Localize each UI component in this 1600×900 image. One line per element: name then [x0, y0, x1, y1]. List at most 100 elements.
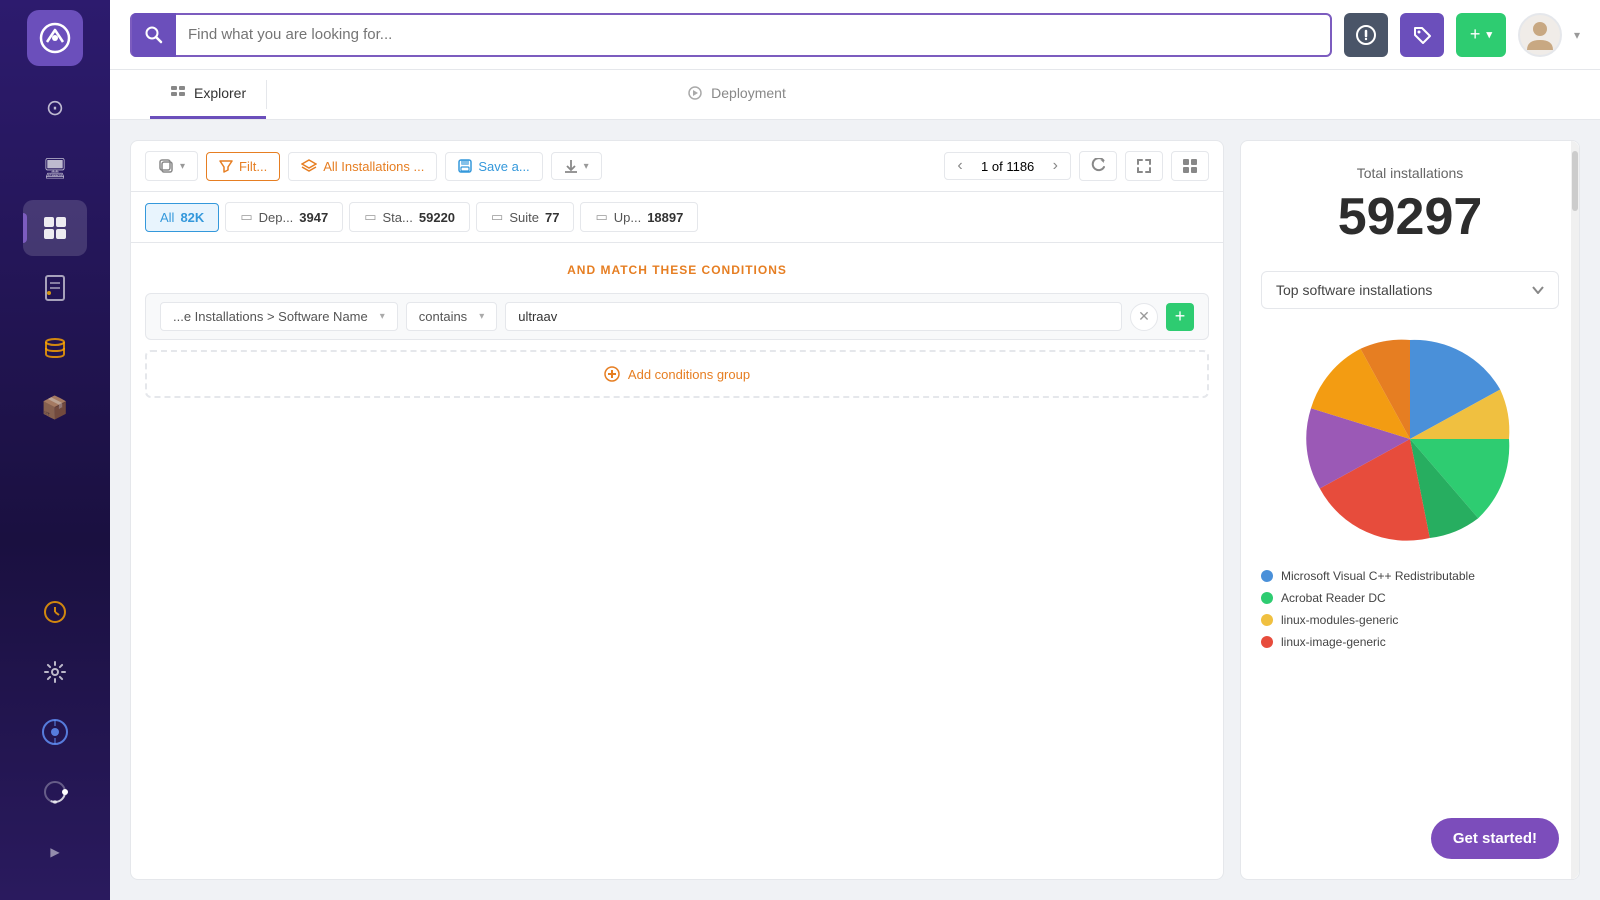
- filter-tab-sta-label: Sta...: [383, 210, 413, 225]
- reports-icon: [44, 275, 66, 301]
- tab-deployment[interactable]: Deployment: [667, 70, 806, 119]
- legend-dot-4: [1261, 636, 1273, 648]
- filter-tab-up-label: Up...: [614, 210, 641, 225]
- filter-tab-sta[interactable]: ▭ Sta... 59220: [349, 202, 470, 232]
- get-started-btn[interactable]: Get started!: [1431, 818, 1559, 859]
- user-chevron[interactable]: ▾: [1574, 28, 1580, 42]
- sidebar-item-inventory[interactable]: 🖥: [23, 140, 87, 196]
- expand-btn[interactable]: [1125, 151, 1163, 181]
- network-icon: [41, 718, 69, 746]
- avatar-icon: [1525, 18, 1555, 52]
- filter-tab-suite-label: Suite: [509, 210, 539, 225]
- chevron-down-icon: [1532, 286, 1544, 294]
- main-area: + ▾ ▾ Explorer Depl: [110, 0, 1600, 900]
- tab-explorer[interactable]: Explorer: [150, 70, 266, 119]
- layers-label: All Installations ...: [323, 159, 424, 174]
- filter-tab-dep[interactable]: ▭ Dep... 3947: [225, 202, 343, 232]
- pie-chart-container: [1261, 329, 1559, 549]
- filter-tab-dep-count: 3947: [299, 210, 328, 225]
- condition-remove-btn[interactable]: ✕: [1130, 303, 1158, 331]
- filter-btn[interactable]: Filt...: [206, 152, 280, 181]
- copy-icon: [158, 158, 174, 174]
- legend-label-2: Acrobat Reader DC: [1281, 591, 1386, 605]
- tab-explorer-label: Explorer: [194, 85, 246, 101]
- tab-deployment-label: Deployment: [711, 85, 786, 101]
- pagination-text: 1 of 1186: [973, 159, 1043, 174]
- condition-field-label: ...e Installations > Software Name: [173, 309, 368, 324]
- condition-field-select[interactable]: ...e Installations > Software Name ▾: [160, 302, 398, 331]
- topbar: + ▾ ▾: [110, 0, 1600, 70]
- legend-label-4: linux-image-generic: [1281, 635, 1386, 649]
- conditions-area: AND MATCH THESE CONDITIONS ...e Installa…: [131, 243, 1223, 879]
- software-icon: [42, 215, 68, 241]
- layers-icon: [301, 159, 317, 173]
- filter-tab-all[interactable]: All 82K: [145, 203, 219, 232]
- sidebar-expand[interactable]: ▶: [23, 824, 87, 880]
- filter-tab-suite[interactable]: ▭ Suite 77: [476, 202, 574, 232]
- download-chevron: ▾: [584, 161, 589, 172]
- save-btn[interactable]: Save a...: [445, 152, 542, 181]
- sidebar-item-reports[interactable]: [23, 260, 87, 316]
- condition-operator-chevron: ▾: [479, 311, 484, 322]
- copy-dropdown-btn[interactable]: ▾: [145, 151, 198, 181]
- add-group-btn[interactable]: Add conditions group: [145, 350, 1209, 398]
- filter-tab-all-count: 82K: [180, 210, 204, 225]
- filter-tab-sta-count: 59220: [419, 210, 455, 225]
- condition-value-input[interactable]: [505, 302, 1122, 331]
- sidebar-item-database[interactable]: [23, 320, 87, 376]
- filter-tab-up[interactable]: ▭ Up... 18897: [580, 202, 698, 232]
- pie-chart: [1300, 329, 1520, 549]
- nav-tabs: Explorer Deployment: [110, 70, 1600, 120]
- legend-item-2: Acrobat Reader DC: [1261, 591, 1559, 605]
- sidebar-item-clock[interactable]: [23, 584, 87, 640]
- sidebar: ⊙ 🖥 📦: [0, 0, 110, 900]
- expand-icon: [1136, 158, 1152, 174]
- sidebar-item-network[interactable]: [23, 704, 87, 760]
- sidebar-item-dashboard[interactable]: ⊙: [23, 80, 87, 136]
- tag-button[interactable]: [1400, 13, 1444, 57]
- tab-divider: [266, 80, 267, 109]
- save-icon: [458, 159, 472, 173]
- legend-item-4: linux-image-generic: [1261, 635, 1559, 649]
- add-button[interactable]: + ▾: [1456, 13, 1506, 57]
- sidebar-item-software[interactable]: [23, 200, 87, 256]
- layers-btn[interactable]: All Installations ...: [288, 152, 437, 181]
- top-software-dropdown[interactable]: Top software installations: [1261, 271, 1559, 309]
- loading-icon: [41, 778, 69, 806]
- right-panel: Total installations 59297 Top software i…: [1240, 140, 1580, 880]
- condition-row: ...e Installations > Software Name ▾ con…: [145, 293, 1209, 340]
- next-page-btn[interactable]: ›: [1049, 157, 1062, 175]
- filter-tab-suite-count: 77: [545, 210, 559, 225]
- dropdown-label: Top software installations: [1276, 282, 1432, 298]
- grid-view-icon: [1182, 158, 1198, 174]
- clock-icon: [43, 600, 67, 624]
- plus-circle-icon: [604, 366, 620, 382]
- add-group-label: Add conditions group: [628, 367, 750, 382]
- add-chevron: ▾: [1486, 28, 1492, 41]
- add-icon: +: [1470, 24, 1481, 45]
- legend-item-1: Microsoft Visual C++ Redistributable: [1261, 569, 1559, 583]
- grid-view-btn[interactable]: [1171, 151, 1209, 181]
- condition-operator-select[interactable]: contains ▾: [406, 302, 497, 331]
- user-avatar[interactable]: [1518, 13, 1562, 57]
- condition-add-btn[interactable]: +: [1166, 303, 1194, 331]
- explorer-icon: [170, 85, 186, 101]
- sidebar-item-settings[interactable]: [23, 644, 87, 700]
- filter-panel: ▾ Filt... All Installations ...: [130, 140, 1224, 880]
- legend-dot-2: [1261, 592, 1273, 604]
- stat-label: Total installations: [1261, 165, 1559, 181]
- filter-tab-dep-label: Dep...: [259, 210, 294, 225]
- condition-operator-label: contains: [419, 309, 467, 324]
- logo-icon: [39, 22, 71, 54]
- sidebar-item-packages[interactable]: 📦: [23, 380, 87, 436]
- refresh-btn[interactable]: [1079, 151, 1117, 181]
- prev-page-btn[interactable]: ‹: [953, 157, 966, 175]
- legend-label-1: Microsoft Visual C++ Redistributable: [1281, 569, 1475, 583]
- alert-button[interactable]: [1344, 13, 1388, 57]
- download-btn[interactable]: ▾: [551, 152, 602, 180]
- search-input[interactable]: [188, 26, 1314, 43]
- search-button[interactable]: [132, 13, 176, 57]
- dep-icon: ▭: [240, 209, 252, 225]
- filter-label: Filt...: [239, 159, 267, 174]
- sidebar-logo[interactable]: [27, 10, 83, 66]
